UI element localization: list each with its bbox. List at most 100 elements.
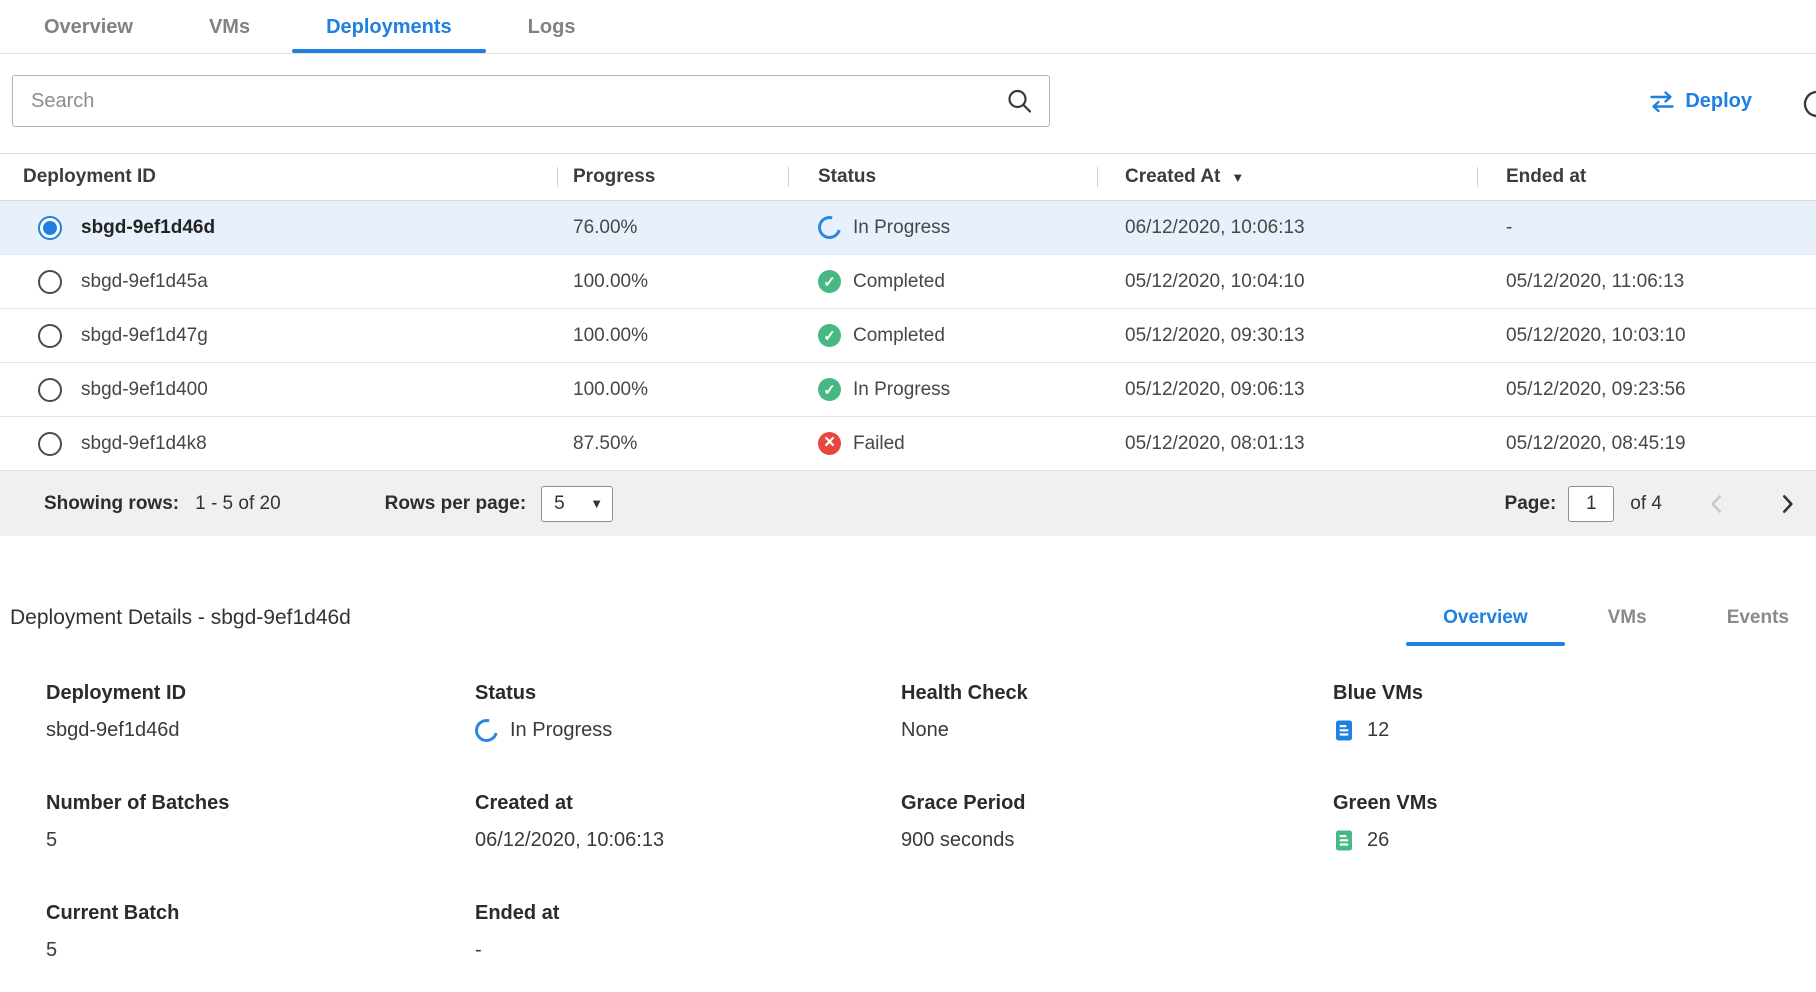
ended-at-cell: 05/12/2020, 10:03:10	[1477, 325, 1816, 347]
rows-per-page-select[interactable]: 5 ▼	[541, 486, 613, 522]
progress-cell: 87.50%	[557, 433, 788, 455]
swap-arrows-icon	[1649, 90, 1675, 113]
rows-per-page-value: 5	[554, 493, 565, 515]
field-label: Grace Period	[901, 792, 1333, 815]
details-grid: Deployment ID sbgd-9ef1d46d Status In Pr…	[46, 682, 1816, 962]
details-tab-vms[interactable]: VMs	[1608, 607, 1647, 629]
row-radio[interactable]	[38, 270, 62, 294]
vm-count: 26	[1367, 829, 1389, 852]
column-header-ended-at[interactable]: Ended at	[1477, 154, 1816, 200]
created-at-cell: 06/12/2020, 10:06:13	[1097, 217, 1477, 239]
row-radio[interactable]	[38, 324, 62, 348]
sort-desc-icon: ▼	[1231, 170, 1244, 185]
field-label: Blue VMs	[1333, 682, 1816, 705]
table-header-row: Deployment ID Progress Status Created At…	[0, 153, 1816, 201]
column-header-created-at[interactable]: Created At ▼	[1097, 154, 1477, 200]
table-pagination: Showing rows: 1 - 5 of 20 Rows per page:…	[0, 471, 1816, 536]
deployment-id-cell: sbgd-9ef1d400	[0, 378, 557, 402]
column-header-deployment-id[interactable]: Deployment ID	[0, 154, 557, 200]
progress-cell: 76.00%	[557, 217, 788, 239]
field-value: 5	[46, 828, 475, 852]
tab-deployments[interactable]: Deployments	[292, 0, 486, 53]
field-blue-vms: Blue VMs 12	[1333, 682, 1816, 742]
deployment-id-text: sbgd-9ef1d4k8	[81, 433, 207, 455]
field-deployment-id: Deployment ID sbgd-9ef1d46d	[46, 682, 475, 742]
ended-at-cell: -	[1477, 217, 1816, 239]
showing-rows-value: 1 - 5 of 20	[195, 493, 281, 515]
field-label: Status	[475, 682, 901, 705]
field-label: Current Batch	[46, 902, 475, 925]
field-value: -	[475, 938, 901, 962]
ended-at-cell: 05/12/2020, 11:06:13	[1477, 271, 1816, 293]
field-health-check: Health Check None	[901, 682, 1333, 742]
tab-overview[interactable]: Overview	[10, 0, 167, 53]
failed-icon: ×	[818, 432, 841, 455]
status-cell: × Failed	[788, 432, 1097, 455]
main-tab-bar: Overview VMs Deployments Logs	[0, 0, 1816, 54]
field-label: Number of Batches	[46, 792, 475, 815]
tab-logs[interactable]: Logs	[494, 0, 610, 53]
column-header-label: Ended at	[1506, 166, 1586, 188]
deployment-id-text: sbgd-9ef1d400	[81, 379, 208, 401]
row-radio[interactable]	[38, 432, 62, 456]
status-cell: ✓ Completed	[788, 324, 1097, 347]
created-at-cell: 05/12/2020, 08:01:13	[1097, 433, 1477, 455]
row-radio[interactable]	[38, 378, 62, 402]
refresh-icon[interactable]	[1798, 85, 1816, 123]
status-cell: ✓ Completed	[788, 270, 1097, 293]
table-row[interactable]: sbgd-9ef1d47g 100.00% ✓ Completed 05/12/…	[0, 309, 1816, 363]
toolbar: Deploy	[0, 54, 1816, 153]
status-text: In Progress	[853, 217, 950, 239]
status-cell: ✓ In Progress	[788, 378, 1097, 401]
deployment-id-cell: sbgd-9ef1d45a	[0, 270, 557, 294]
progress-cell: 100.00%	[557, 325, 788, 347]
search-box	[12, 75, 1050, 127]
column-header-status[interactable]: Status	[788, 154, 1097, 200]
field-label: Ended at	[475, 902, 901, 925]
completed-icon: ✓	[818, 270, 841, 293]
progress-cell: 100.00%	[557, 271, 788, 293]
details-tab-overview[interactable]: Overview	[1443, 607, 1528, 629]
status-text: Completed	[853, 325, 945, 347]
completed-icon: ✓	[818, 378, 841, 401]
field-label: Deployment ID	[46, 682, 475, 705]
field-green-vms: Green VMs 26	[1333, 792, 1816, 852]
field-current-batch: Current Batch 5	[46, 902, 475, 962]
deployment-id-cell: sbgd-9ef1d46d	[0, 216, 557, 240]
in-progress-icon	[471, 714, 502, 745]
field-value: 12	[1333, 718, 1816, 742]
field-number-of-batches: Number of Batches 5	[46, 792, 475, 852]
table-row[interactable]: sbgd-9ef1d46d 76.00% In Progress 06/12/2…	[0, 201, 1816, 255]
tab-vms[interactable]: VMs	[175, 0, 284, 53]
deploy-button-label: Deploy	[1685, 90, 1752, 113]
column-header-progress[interactable]: Progress	[557, 154, 788, 200]
row-radio-checked[interactable]	[38, 216, 62, 240]
deployments-page: Overview VMs Deployments Logs Deploy	[0, 0, 1816, 962]
page-input[interactable]	[1568, 486, 1614, 522]
table-row[interactable]: sbgd-9ef1d4k8 87.50% × Failed 05/12/2020…	[0, 417, 1816, 471]
table-row[interactable]: sbgd-9ef1d45a 100.00% ✓ Completed 05/12/…	[0, 255, 1816, 309]
page-label: Page:	[1505, 493, 1557, 515]
search-icon[interactable]	[1006, 88, 1033, 115]
status-text: Failed	[853, 433, 905, 455]
details-tab-bar: Overview VMs Events	[1443, 607, 1789, 629]
field-grace-period: Grace Period 900 seconds	[901, 792, 1333, 852]
field-created-at: Created at 06/12/2020, 10:06:13	[475, 792, 901, 852]
details-tab-events[interactable]: Events	[1727, 607, 1789, 629]
deploy-button[interactable]: Deploy	[1649, 90, 1752, 113]
vm-count: 12	[1367, 719, 1389, 742]
field-label: Green VMs	[1333, 792, 1816, 815]
table-row[interactable]: sbgd-9ef1d400 100.00% ✓ In Progress 05/1…	[0, 363, 1816, 417]
created-at-cell: 05/12/2020, 09:30:13	[1097, 325, 1477, 347]
created-at-cell: 05/12/2020, 10:04:10	[1097, 271, 1477, 293]
next-page-button[interactable]	[1774, 491, 1800, 517]
status-cell: In Progress	[788, 216, 1097, 239]
search-input[interactable]	[13, 76, 1049, 126]
showing-rows-label: Showing rows:	[44, 493, 179, 515]
field-value: None	[901, 718, 1333, 742]
field-value: In Progress	[475, 718, 901, 742]
status-text: In Progress	[853, 379, 950, 401]
green-vms-icon	[1333, 829, 1355, 852]
deployment-id-text: sbgd-9ef1d46d	[81, 217, 215, 239]
prev-page-button[interactable]	[1704, 491, 1730, 517]
